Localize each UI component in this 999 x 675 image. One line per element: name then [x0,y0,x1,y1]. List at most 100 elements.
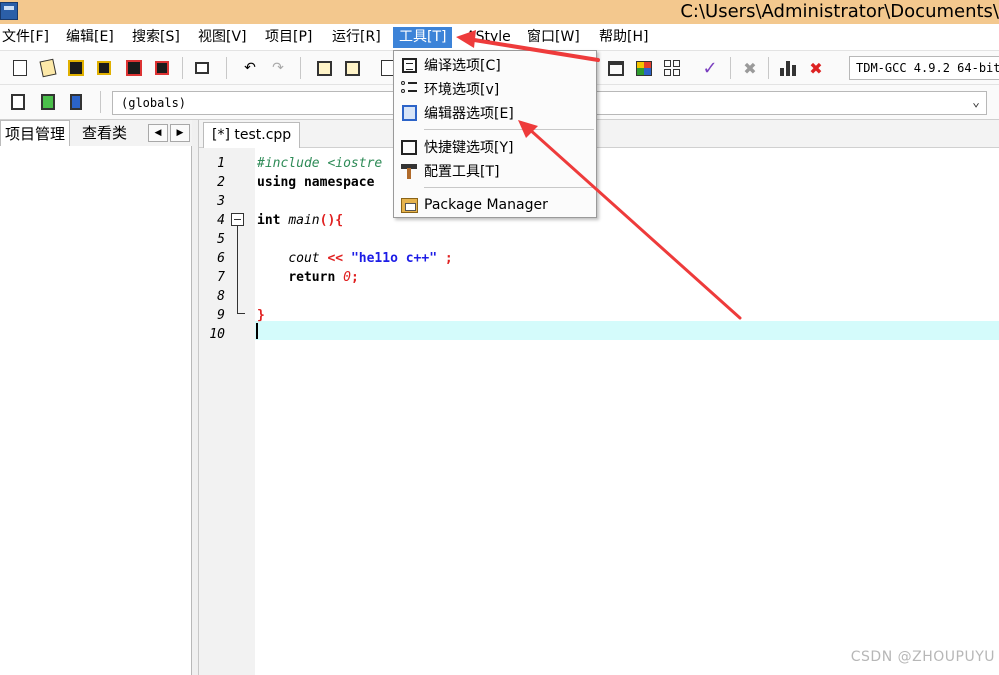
sidebar-tabs: 项目管理 查看类 ◀ ▶ [0,120,196,146]
line-number: 3 [217,194,225,209]
undo-icon[interactable]: ↶ [240,58,260,78]
watermark: CSDN @ZHOUPUYU [850,649,995,665]
menu-window[interactable]: 窗口[W] [525,27,582,48]
chevron-down-icon[interactable]: ⌄ [972,92,980,114]
toolbar-separator [730,57,731,79]
code-line-6: cout << "he11o c++" ; [257,249,453,268]
editor-options-icon [394,105,424,121]
tab-test-cpp[interactable]: [*] test.cpp [203,122,301,148]
menu-item-label: Package Manager [424,197,548,213]
toolbar-separator [226,57,227,79]
hammer-icon [394,163,424,179]
compile-run-icon[interactable] [634,58,654,78]
menu-file[interactable]: 文件[F] [0,27,51,48]
tab-class-browser[interactable]: 查看类 [82,120,127,146]
menu-astyle[interactable]: AStyle [464,27,513,48]
line-number-gutter: 1 2 3 4 5 6 7 8 9 10 [199,148,255,675]
keyword: int [257,213,281,228]
menu-project[interactable]: 项目[P] [263,27,314,48]
menu-search[interactable]: 搜索[S] [130,27,182,48]
menu-item-shortcut-options[interactable]: 快捷键选项[Y] [394,135,596,159]
menu-item-compiler-options[interactable]: 编译选项[C] [394,53,596,77]
find-icon[interactable] [314,58,334,78]
window-icon[interactable] [606,58,626,78]
menu-tools[interactable]: 工具[T] [393,27,453,48]
line-number: 1 [217,156,225,171]
operator: << [327,251,344,266]
menu-item-label: 编辑器选项[E] [424,106,514,122]
rebuild-icon[interactable] [662,58,682,78]
text-caret [256,323,258,339]
menu-item-package-manager[interactable]: Package Manager [394,193,596,217]
save-all-icon[interactable] [94,58,114,78]
menu-item-configure-tools[interactable]: 配置工具[T] [394,159,596,183]
close-file-icon[interactable] [124,58,144,78]
tab-scroll-left-icon[interactable]: ◀ [148,124,168,142]
tools-menu-dropdown: 编译选项[C] 环境选项[v] 编辑器选项[E] 快捷键选项[Y] 配置工具[T… [393,50,597,218]
fold-toggle-icon[interactable] [231,213,244,226]
code-editor[interactable]: #include <iostre using namespace int mai… [255,148,999,675]
identifier: cout [288,251,320,266]
line-number: 5 [217,232,225,247]
menu-item-environment-options[interactable]: 环境选项[v] [394,77,596,101]
new-file-icon[interactable] [10,58,30,78]
open-file-icon[interactable] [38,58,58,78]
shortcut-options-icon [394,139,424,155]
compiler-select[interactable]: TDM-GCC 4.9.2 64-bit Release [849,56,999,80]
chart-icon[interactable] [778,58,798,78]
menu-edit[interactable]: 编辑[E] [64,27,116,48]
replace-icon[interactable] [342,58,362,78]
punctuation: (){ [319,213,344,228]
line-number: 10 [209,327,225,342]
tab-project-manager[interactable]: 项目管理 [0,120,71,146]
toolbar-separator [300,57,301,79]
code-line-9: } [257,308,265,323]
delete-profile-icon[interactable]: ✖ [806,58,826,78]
save-icon[interactable] [66,58,86,78]
current-line-highlight [255,321,999,340]
stop-icon[interactable]: ✖ [740,58,760,78]
semicolon: ; [444,251,453,266]
menu-view[interactable]: 视图[V] [196,27,249,48]
check-syntax-icon[interactable]: ✓ [700,58,720,79]
scope-select-value: (globals) [121,96,187,110]
close-all-icon[interactable] [152,58,172,78]
line-number: 6 [217,251,225,266]
menu-item-editor-options[interactable]: 编辑器选项[E] [394,101,596,125]
function-name: main [288,213,320,228]
compiler-options-icon [394,57,424,73]
insert-icon[interactable] [8,92,28,112]
code-line-4: int main(){ [257,211,343,230]
bookmark-icon[interactable] [66,92,86,112]
number-literal: 0 [343,270,351,285]
add-item-icon[interactable] [38,92,58,112]
keyword: return [288,270,336,285]
semicolon: ; [350,270,359,285]
menu-item-label: 环境选项[v] [424,82,500,98]
tab-scroll-right-icon[interactable]: ▶ [170,124,190,142]
project-panel[interactable] [0,146,192,675]
string-literal: "he11o c++" [350,251,438,266]
line-number: 9 [217,308,225,323]
editor-tabs: [*] test.cpp [199,120,999,148]
print-icon[interactable] [192,58,212,78]
menu-item-label: 配置工具[T] [424,164,500,180]
panel-splitter[interactable] [192,120,199,675]
fold-end [237,313,245,314]
window-title: C:\Users\Administrator\Documents\ [680,1,999,22]
environment-options-icon [394,81,424,97]
toolbar-separator [100,91,101,113]
menu-item-label: 编译选项[C] [424,58,501,74]
code-line-7: return 0; [257,268,359,287]
line-number: 8 [217,289,225,304]
package-icon [394,197,424,213]
menu-help[interactable]: 帮助[H] [597,27,650,48]
code-line-2: using namespace [257,175,375,190]
line-number: 4 [217,213,225,228]
line-number: 2 [217,175,225,190]
menu-separator [424,187,594,188]
toolbar-separator [182,57,183,79]
code-line-1: #include <iostre [257,156,383,171]
redo-icon[interactable]: ↷ [268,58,288,78]
menu-run[interactable]: 运行[R] [330,27,383,48]
